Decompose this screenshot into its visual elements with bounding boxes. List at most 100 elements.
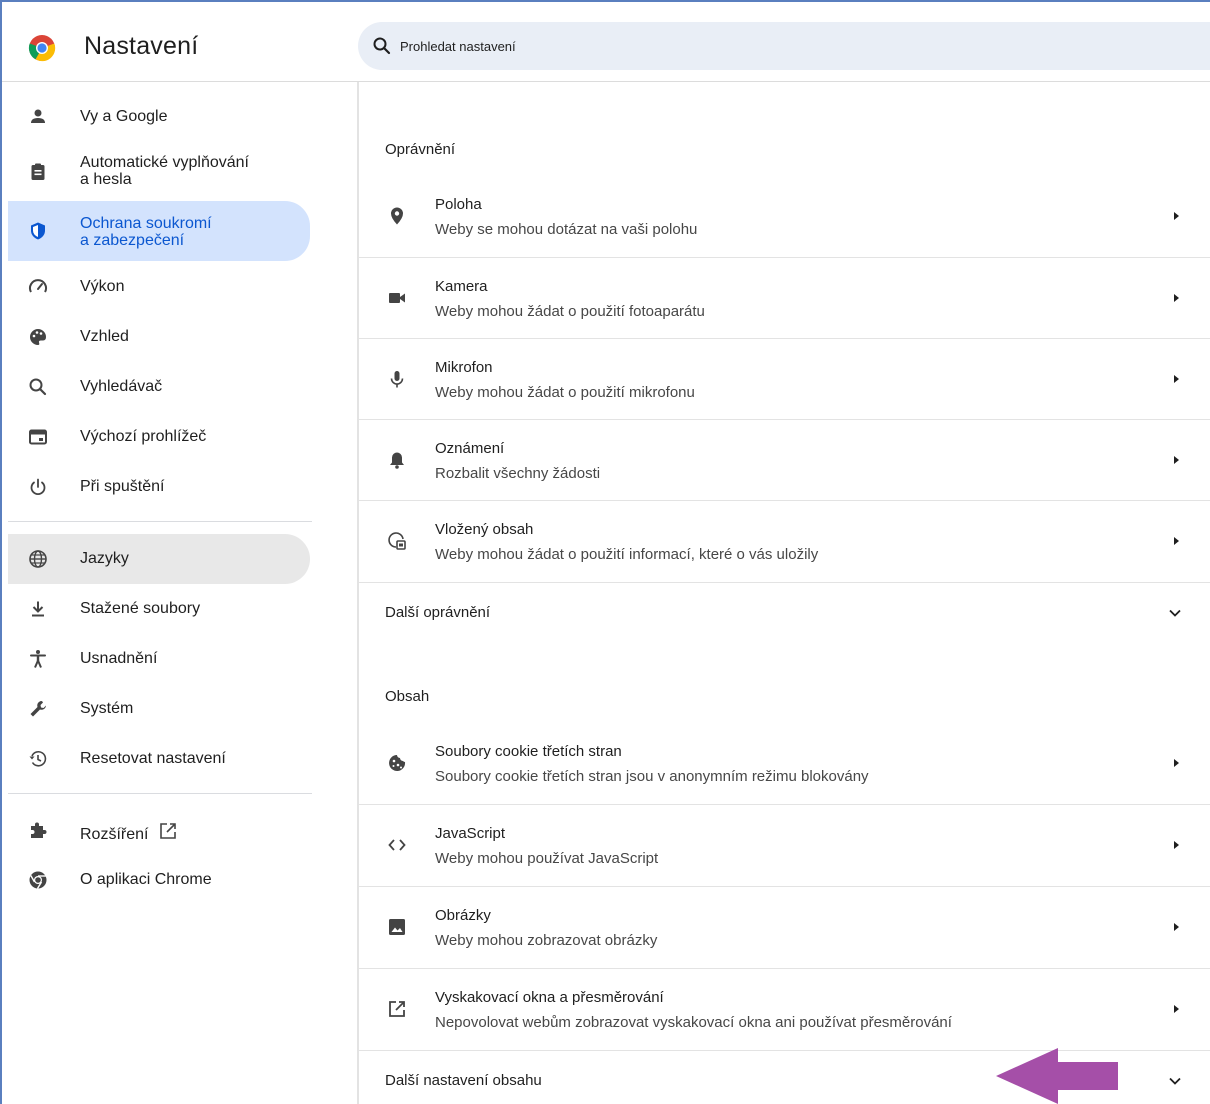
content-row-javascript[interactable]: JavaScript Weby mohou používat JavaScrip…: [359, 804, 1210, 886]
arrow-right-icon: [1174, 294, 1179, 302]
history-icon: [29, 751, 47, 767]
search-icon: [373, 37, 391, 55]
search-icon: [29, 378, 47, 396]
speedometer-icon: [29, 279, 47, 293]
sidebar-item-label-line2: a zabezpečení: [80, 232, 185, 249]
permission-row-location[interactable]: Poloha Weby se mohou dotázat na vaši pol…: [359, 176, 1210, 258]
sidebar-item-label-wrap: Rozšíření: [80, 821, 178, 844]
sidebar-item-you-and-google[interactable]: Vy a Google: [8, 92, 310, 142]
sidebar-item-appearance[interactable]: Vzhled: [8, 312, 310, 362]
sidebar-item-label: O aplikaci Chrome: [80, 871, 212, 888]
sidebar-item-label: Resetovat nastavení: [80, 750, 226, 767]
sidebar-item-extensions[interactable]: Rozšíření: [8, 805, 310, 855]
row-subtitle: Weby mohou zobrazovat obrázky: [435, 932, 658, 949]
chevron-down-icon: [1169, 609, 1181, 617]
palette-icon: [30, 329, 46, 345]
popup-icon: [389, 1001, 405, 1017]
sidebar-item-languages[interactable]: Jazyky: [8, 534, 310, 584]
location-icon: [391, 207, 403, 225]
chevron-down-icon: [1169, 1077, 1181, 1085]
sidebar-item-label: Systém: [80, 700, 134, 717]
sidebar-divider: [8, 793, 312, 794]
row-subtitle: Nepovolovat webům zobrazovat vyskakovací…: [435, 1014, 952, 1031]
sidebar-item-accessibility[interactable]: Usnadnění: [8, 634, 310, 684]
sidebar-item-system[interactable]: Systém: [8, 684, 310, 734]
sidebar-item-about-chrome[interactable]: O aplikaci Chrome: [8, 855, 310, 905]
sidebar-item-label: Vy a Google: [80, 108, 168, 125]
cookie-icon: [389, 755, 406, 771]
sidebar-item-on-startup[interactable]: Při spuštění: [8, 462, 310, 512]
arrow-right-icon: [1174, 1005, 1179, 1013]
annotation-arrow-icon: [996, 1048, 1118, 1104]
sidebar-item-label: Při spuštění: [80, 478, 165, 495]
content-row-third-party-cookies[interactable]: Soubory cookie třetích stran Soubory coo…: [359, 723, 1210, 805]
sidebar-item-label-line2: a hesla: [80, 171, 132, 188]
permission-row-camera[interactable]: Kamera Weby mohou žádat o použití fotoap…: [359, 257, 1210, 339]
more-permissions-expander[interactable]: Další oprávnění: [359, 582, 1210, 642]
sidebar-item-label: Výchozí prohlížeč: [80, 428, 207, 445]
sidebar-item-label: Stažené soubory: [80, 600, 201, 617]
microphone-icon: [390, 371, 404, 388]
open-in-new-icon: [160, 823, 177, 839]
sidebar-item-label: Usnadnění: [80, 650, 158, 667]
row-subtitle: Weby mohou žádat o použití informací, kt…: [435, 546, 819, 563]
power-icon: [30, 478, 46, 496]
sidebar-item-label: Vzhled: [80, 328, 129, 345]
search-input[interactable]: Prohledat nastavení: [358, 22, 1210, 70]
search-placeholder: Prohledat nastavení: [400, 39, 516, 54]
sidebar-item-default-browser[interactable]: Výchozí prohlížeč: [8, 412, 310, 462]
person-icon: [31, 109, 45, 123]
main-content: Oprávnění Poloha Weby se mohou dotázat n…: [359, 83, 1210, 1104]
sidebar-item-label: Vyhledávač: [80, 378, 163, 395]
arrow-right-icon: [1174, 212, 1179, 220]
arrow-right-icon: [1174, 759, 1179, 767]
expander-label: Další nastavení obsahu: [385, 1072, 542, 1089]
sidebar-divider: [8, 521, 312, 522]
sidebar-item-label: Jazyky: [80, 550, 129, 567]
chrome-icon: [29, 871, 47, 889]
image-icon: [389, 919, 405, 935]
sidebar-item-performance[interactable]: Výkon: [8, 262, 310, 312]
header: Nastavení Prohledat nastavení: [2, 2, 1210, 82]
row-subtitle: Soubory cookie třetích stran jsou v anon…: [435, 768, 869, 785]
sidebar-item-downloads[interactable]: Stažené soubory: [8, 584, 310, 634]
arrow-right-icon: [1174, 923, 1179, 931]
puzzle-icon: [31, 822, 47, 838]
section-title-content: Obsah: [385, 688, 430, 705]
row-title: Vyskakovací okna a přesměrování: [435, 989, 664, 1006]
permission-row-microphone[interactable]: Mikrofon Weby mohou žádat o použití mikr…: [359, 338, 1210, 420]
browser-icon: [29, 429, 47, 445]
clipboard-icon: [31, 163, 45, 180]
row-title: Oznámení: [435, 440, 505, 457]
arrow-right-icon: [1174, 456, 1179, 464]
sidebar-item-label: Rozšíření: [80, 826, 149, 843]
content-row-popups-redirects[interactable]: Vyskakovací okna a přesměrování Nepovolo…: [359, 968, 1210, 1050]
camera-icon: [389, 293, 405, 303]
row-subtitle: Weby se mohou dotázat na vaši polohu: [435, 221, 698, 238]
row-subtitle: Rozbalit všechny žádosti: [435, 465, 601, 482]
chrome-logo-icon: [28, 35, 56, 62]
content-row-images[interactable]: Obrázky Weby mohou zobrazovat obrázky: [359, 886, 1210, 968]
sidebar-item-label: Ochrana soukromí: [80, 215, 212, 232]
row-subtitle: Weby mohou používat JavaScript: [435, 850, 659, 867]
row-title: Vložený obsah: [435, 521, 534, 538]
embedded-content-icon: [388, 532, 406, 550]
row-title: JavaScript: [435, 825, 506, 842]
accessibility-icon: [30, 650, 46, 668]
sidebar-item-reset-settings[interactable]: Resetovat nastavení: [8, 734, 310, 784]
permission-row-embedded-content[interactable]: Vložený obsah Weby mohou žádat o použití…: [359, 500, 1210, 582]
row-title: Kamera: [435, 278, 488, 295]
shield-icon: [31, 222, 45, 240]
row-title: Mikrofon: [435, 359, 493, 376]
sidebar-item-search-engine[interactable]: Vyhledávač: [8, 362, 310, 412]
code-icon: [388, 839, 406, 851]
expander-label: Další oprávnění: [385, 604, 491, 621]
permission-row-notifications[interactable]: Oznámení Rozbalit všechny žádosti: [359, 419, 1210, 501]
arrow-right-icon: [1174, 841, 1179, 849]
download-icon: [32, 601, 44, 617]
sidebar-item-autofill[interactable]: Automatické vyplňování a hesla: [8, 144, 310, 200]
sidebar-item-label: Výkon: [80, 278, 125, 295]
sidebar-item-privacy[interactable]: Ochrana soukromí a zabezpečení: [8, 201, 310, 261]
globe-icon: [29, 550, 47, 568]
wrench-icon: [30, 701, 46, 717]
